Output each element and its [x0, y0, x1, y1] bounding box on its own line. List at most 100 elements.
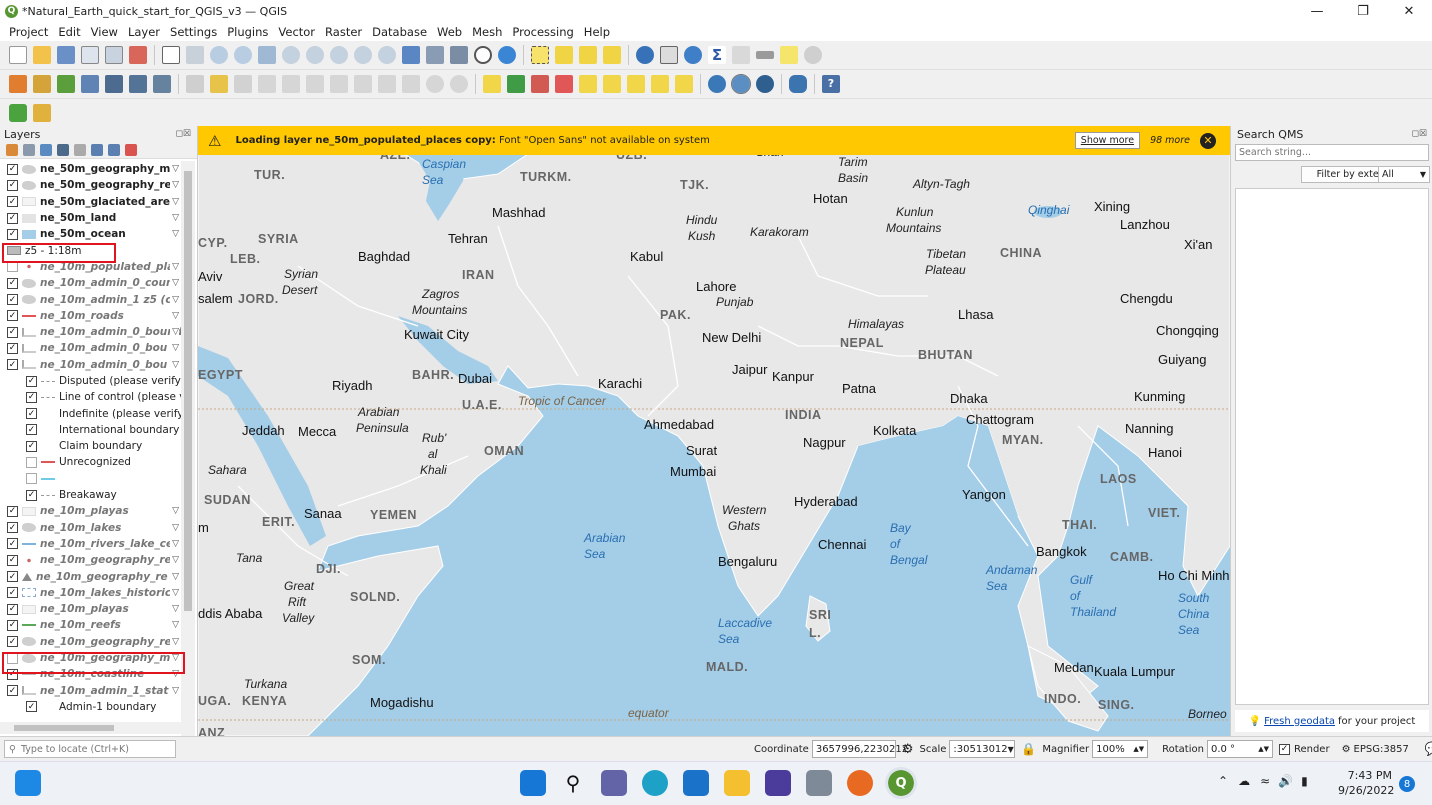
- bookmarks-icon[interactable]: [450, 46, 468, 64]
- layer-filter-icon[interactable]: ▽: [170, 180, 179, 191]
- layer-visibility-checkbox[interactable]: [26, 473, 37, 485]
- file-explorer-icon[interactable]: [724, 770, 750, 796]
- layer-item[interactable]: ✓ ne_10m_admin_0_bou ▽: [0, 340, 181, 356]
- panel-float-close-icon[interactable]: ◻☒: [175, 129, 197, 139]
- layer-item[interactable]: ✓ ne_10m_lakes ▽: [0, 520, 181, 536]
- layer-visibility-checkbox[interactable]: ✓: [7, 163, 18, 175]
- zoom-in-icon[interactable]: [210, 46, 228, 64]
- deselect-icon[interactable]: [579, 46, 597, 64]
- layout-manager-icon[interactable]: [105, 46, 123, 64]
- volume-icon[interactable]: 🔊: [1278, 774, 1293, 788]
- change-label-icon[interactable]: [627, 75, 645, 93]
- new-shapefile-icon[interactable]: [57, 75, 75, 93]
- scale-field[interactable]: :30513012 ▼: [949, 740, 1016, 758]
- label-diagram-icon[interactable]: [651, 75, 669, 93]
- legend-item[interactable]: Unrecognized: [0, 454, 181, 470]
- teams-chat-icon[interactable]: [601, 770, 627, 796]
- layer-item[interactable]: ✓ ne_10m_admin_0_bounda ▽: [0, 324, 181, 340]
- expand-all-icon[interactable]: [91, 144, 103, 156]
- close-window-button[interactable]: ✕: [1386, 0, 1432, 22]
- layer-visibility-checkbox[interactable]: ✓: [26, 489, 37, 501]
- settings-gear-icon[interactable]: [804, 46, 822, 64]
- layer-visibility-checkbox[interactable]: ✓: [7, 522, 18, 534]
- new-virtual-layer-icon[interactable]: [105, 75, 123, 93]
- layer-filter-icon[interactable]: ▽: [170, 229, 179, 240]
- pan-to-selection-icon[interactable]: [186, 46, 204, 64]
- legend-item[interactable]: ✓ Disputed (please verify): [0, 373, 181, 389]
- layer-filter-icon[interactable]: ▽: [170, 522, 179, 533]
- coordinate-field[interactable]: 3657996,2230212: [811, 740, 908, 758]
- globe-search-icon[interactable]: [731, 74, 751, 94]
- redo-icon[interactable]: [450, 75, 468, 93]
- new-project-icon[interactable]: [9, 46, 27, 64]
- label-pin-icon[interactable]: [507, 75, 525, 93]
- layer-visibility-checkbox[interactable]: ✓: [26, 375, 37, 387]
- crs-button[interactable]: EPSG:3857: [1354, 744, 1409, 755]
- layer-visibility-checkbox[interactable]: ✓: [7, 179, 18, 191]
- layer-visibility-checkbox[interactable]: [7, 261, 18, 273]
- identify-icon[interactable]: [636, 46, 654, 64]
- layer-visibility-checkbox[interactable]: ✓: [7, 554, 18, 566]
- pan-map-icon[interactable]: [162, 46, 180, 64]
- add-feature-icon[interactable]: [282, 75, 300, 93]
- menu-web[interactable]: Web: [432, 25, 467, 39]
- edit-pencil-icon[interactable]: [186, 75, 204, 93]
- label-tool-icon[interactable]: [483, 75, 501, 93]
- map-canvas[interactable]: AZE.UZB.ShanCaspianSeaTUR.TURKM.TJK.Tari…: [198, 126, 1230, 736]
- layer-item[interactable]: ✓ ne_10m_lakes_historic ▽: [0, 585, 181, 601]
- select-features-icon[interactable]: [531, 46, 549, 64]
- legend-item[interactable]: [0, 471, 181, 487]
- layer-filter-icon[interactable]: ▽: [170, 506, 179, 517]
- coordinate-toggle-icon[interactable]: ⚙: [902, 742, 914, 757]
- layer-visibility-checkbox[interactable]: ✓: [7, 310, 18, 322]
- save-edits-icon[interactable]: [234, 75, 252, 93]
- layer-filter-icon[interactable]: ▽: [170, 261, 179, 272]
- layer-tree-horizontal-scrollbar[interactable]: [0, 722, 181, 734]
- layer-item[interactable]: ✓ ne_10m_playas ▽: [0, 601, 181, 617]
- layer-filter-icon[interactable]: ▽: [170, 196, 179, 207]
- layer-item[interactable]: ✓ ne_50m_land ▽: [0, 210, 181, 226]
- chevron-up-icon[interactable]: ⌃: [1218, 774, 1228, 788]
- layer-visibility-checkbox[interactable]: ✓: [7, 505, 18, 517]
- refresh-icon[interactable]: [498, 46, 516, 64]
- qms-search-input[interactable]: [1235, 144, 1429, 161]
- paste-features-icon[interactable]: [402, 75, 420, 93]
- layer-visibility-checkbox[interactable]: ✓: [7, 587, 18, 599]
- zoom-native-icon[interactable]: [330, 46, 348, 64]
- layer-visibility-checkbox[interactable]: ✓: [7, 196, 18, 208]
- layer-item[interactable]: ✓ ne_10m_playas ▽: [0, 503, 181, 519]
- layer-filter-icon[interactable]: ▽: [170, 327, 179, 338]
- layer-visibility-checkbox[interactable]: ✓: [26, 440, 37, 452]
- layer-filter-icon[interactable]: ▽: [170, 278, 179, 289]
- layer-filter-icon[interactable]: ▽: [170, 685, 179, 696]
- notification-badge[interactable]: 8: [1399, 776, 1415, 792]
- lock-scale-icon[interactable]: 🔒: [1021, 742, 1036, 756]
- layer-visibility-checkbox[interactable]: ✓: [7, 685, 18, 697]
- new-mesh-icon[interactable]: [153, 75, 171, 93]
- remove-layer-icon[interactable]: [125, 144, 137, 156]
- menu-view[interactable]: View: [86, 25, 123, 39]
- layer-filter-icon[interactable]: ▽: [170, 164, 179, 175]
- python-icon[interactable]: [789, 75, 807, 93]
- temporal-controller-icon[interactable]: [474, 46, 492, 64]
- label-properties-icon[interactable]: [675, 75, 693, 93]
- new-map-view-icon[interactable]: [402, 46, 420, 64]
- layer-filter-icon[interactable]: ▽: [170, 604, 179, 615]
- menu-plugins[interactable]: Plugins: [222, 25, 273, 39]
- widgets-icon[interactable]: [15, 770, 41, 796]
- layer-filter-icon[interactable]: ▽: [170, 636, 179, 647]
- label-show-hide-icon[interactable]: [555, 75, 573, 93]
- menu-edit[interactable]: Edit: [53, 25, 85, 39]
- layer-item[interactable]: ✓ ne_10m_geography_re ▽: [0, 552, 181, 568]
- undo-icon[interactable]: [426, 75, 444, 93]
- attribute-table-icon[interactable]: [660, 46, 678, 64]
- layer-visibility-checkbox[interactable]: ✓: [7, 212, 18, 224]
- layer-item[interactable]: ✓ ne_10m_admin_0_coun ▽: [0, 275, 181, 291]
- copy-features-icon[interactable]: [378, 75, 396, 93]
- zoom-next-icon[interactable]: [378, 46, 396, 64]
- database-app-icon[interactable]: [806, 770, 832, 796]
- statistics-sigma-icon[interactable]: Σ: [708, 46, 726, 64]
- layer-visibility-checkbox[interactable]: ✓: [7, 342, 18, 354]
- layer-filter-icon[interactable]: ▽: [170, 620, 179, 631]
- layer-visibility-checkbox[interactable]: ✓: [7, 619, 18, 631]
